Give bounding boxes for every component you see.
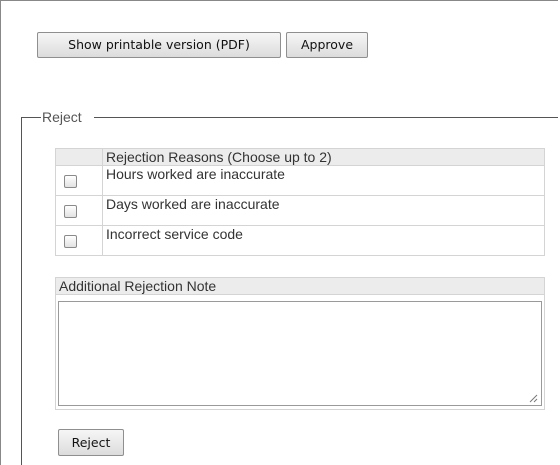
rejection-note-header: Additional Rejection Note (56, 278, 544, 295)
fieldset-border-top-left (21, 117, 41, 118)
rejection-reasons-header: Rejection Reasons (Choose up to 2) (102, 148, 545, 166)
reason-checkbox-hours[interactable] (64, 175, 77, 188)
reason-checkbox-service-code[interactable] (64, 235, 77, 248)
reject-legend: Reject (41, 107, 83, 127)
checkbox-header-cell (55, 148, 103, 166)
rejection-note-panel: Additional Rejection Note (55, 277, 545, 410)
checkbox-cell (55, 165, 103, 196)
show-printable-pdf-button[interactable]: Show printable version (PDF) (37, 32, 281, 58)
rejection-reasons-table: Rejection Reasons (Choose up to 2) Hours… (55, 148, 545, 256)
reject-button[interactable]: Reject (58, 429, 124, 456)
reason-label: Hours worked are inaccurate (102, 165, 545, 196)
table-header-row: Rejection Reasons (Choose up to 2) (55, 148, 545, 166)
checkbox-cell (55, 195, 103, 226)
fieldset-border-left (21, 117, 22, 465)
checkbox-cell (55, 225, 103, 256)
approve-button[interactable]: Approve (286, 32, 368, 58)
reason-label: Days worked are inaccurate (102, 195, 545, 226)
table-row: Incorrect service code (55, 225, 545, 256)
table-row: Hours worked are inaccurate (55, 165, 545, 196)
table-row: Days worked are inaccurate (55, 195, 545, 226)
reason-checkbox-days[interactable] (64, 205, 77, 218)
fieldset-border-top-right (94, 117, 558, 118)
rejection-note-textarea[interactable] (58, 301, 542, 406)
resize-grip-icon[interactable] (529, 394, 538, 403)
reason-label: Incorrect service code (102, 225, 545, 256)
